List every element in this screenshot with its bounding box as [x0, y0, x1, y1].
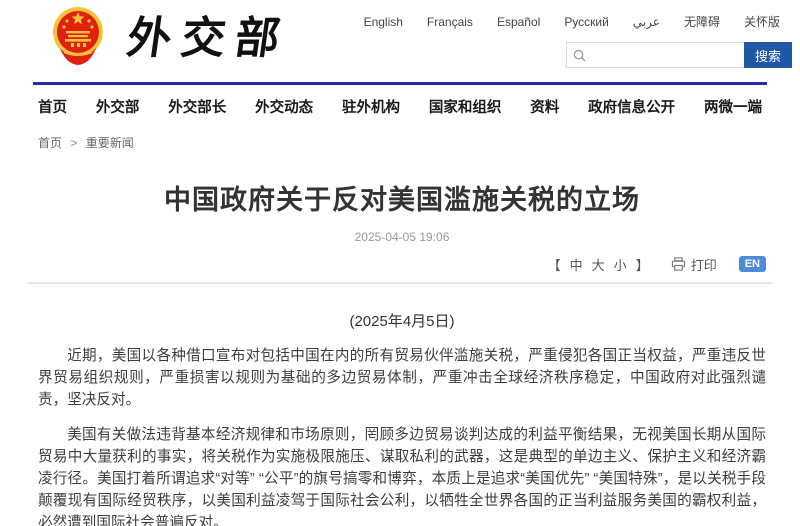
- print-label: 打印: [691, 255, 717, 274]
- lang-francais[interactable]: Français: [427, 15, 473, 29]
- ministry-calligraphy-logo[interactable]: 外交部: [124, 2, 295, 66]
- breadcrumb-current-link[interactable]: 重要新闻: [86, 136, 134, 150]
- article-toolbar: 【 中 大 小 】 打印 EN: [38, 254, 766, 274]
- font-size-large-button[interactable]: 大: [592, 255, 605, 274]
- english-version-badge[interactable]: EN: [739, 256, 766, 272]
- nav-item-resources[interactable]: 资料: [530, 96, 559, 117]
- search-button[interactable]: 搜索: [744, 42, 792, 68]
- nav-item-gov-info[interactable]: 政府信息公开: [588, 96, 675, 117]
- font-size-medium-button[interactable]: 中: [570, 255, 583, 274]
- national-emblem-icon[interactable]: [52, 4, 104, 66]
- publish-timestamp: 2025-04-05 19:06: [38, 230, 766, 244]
- breadcrumb-home-link[interactable]: 首页: [38, 136, 62, 150]
- article-body: 近期，美国以各种借口宣布对包括中国在内的所有贸易伙伴滥施关税，严重侵犯各国正当权…: [38, 346, 766, 526]
- main-nav: 首页 外交部 外交部长 外交动态 驻外机构 国家和组织 资料 政府信息公开 两微…: [36, 85, 764, 127]
- breadcrumb: 首页 > 重要新闻: [38, 134, 800, 151]
- lang-accessibility[interactable]: 无障碍: [684, 13, 720, 30]
- nav-item-social[interactable]: 两微一端: [704, 96, 762, 117]
- font-size-bracket-open: 【: [548, 255, 561, 274]
- site-header: 外交部 English Français Español Русский عرب…: [0, 0, 800, 82]
- font-size-bracket-close: 】: [636, 255, 649, 274]
- article-container: 中国政府关于反对美国滥施关税的立场 2025-04-05 19:06 【 中 大…: [38, 178, 766, 526]
- article-paragraph: 近期，美国以各种借口宣布对包括中国在内的所有贸易伙伴滥施关税，严重侵犯各国正当权…: [38, 346, 766, 411]
- toolbar-separator-line: [28, 282, 772, 284]
- language-bar: English Français Español Русский عربي 无障…: [364, 13, 780, 30]
- font-size-small-button[interactable]: 小: [614, 255, 627, 274]
- font-size-control: 【 中 大 小 】: [548, 255, 649, 274]
- article-paragraph: 美国有关做法违背基本经济规律和市场原则，罔顾多边贸易谈判达成的利益平衡结果，无视…: [38, 425, 766, 526]
- nav-item-home[interactable]: 首页: [38, 96, 67, 117]
- lang-care-version[interactable]: 关怀版: [744, 13, 780, 30]
- lang-arabic[interactable]: عربي: [633, 15, 660, 29]
- printer-icon: [671, 257, 686, 271]
- search-row: 搜索: [566, 42, 792, 68]
- nav-item-countries[interactable]: 国家和组织: [429, 96, 502, 117]
- lang-espanol[interactable]: Español: [497, 15, 540, 29]
- nav-item-ministry[interactable]: 外交部: [96, 96, 140, 117]
- nav-item-activities[interactable]: 外交动态: [255, 96, 313, 117]
- nav-item-missions[interactable]: 驻外机构: [342, 96, 400, 117]
- lang-english[interactable]: English: [364, 15, 403, 29]
- search-input[interactable]: [586, 48, 744, 62]
- page-title: 中国政府关于反对美国滥施关税的立场: [38, 178, 766, 217]
- search-box: [566, 42, 744, 68]
- nav-item-minister[interactable]: 外交部长: [168, 96, 226, 117]
- lang-russian[interactable]: Русский: [564, 15, 609, 29]
- search-icon: [573, 49, 586, 62]
- breadcrumb-separator: >: [70, 136, 77, 150]
- print-button[interactable]: 打印: [671, 255, 717, 274]
- article-dateline: (2025年4月5日): [38, 310, 766, 331]
